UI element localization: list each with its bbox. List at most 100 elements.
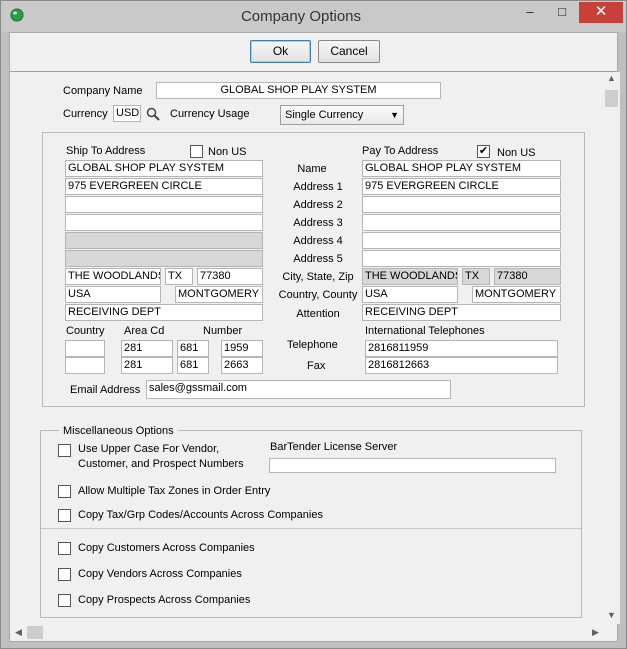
currency-usage-select[interactable]: Single Currency ▼ <box>280 105 404 125</box>
ship-to-attention[interactable]: RECEIVING DEPT <box>65 304 263 321</box>
maximize-icon: □ <box>558 4 566 19</box>
close-button[interactable]: ✕ <box>579 2 623 23</box>
name-row-label: Name <box>297 163 327 175</box>
address1-row-label: Address 1 <box>293 181 343 193</box>
copy-tax-label: Copy Tax/Grp Codes/Accounts Across Compa… <box>78 509 323 521</box>
minimize-button[interactable]: – <box>515 2 545 23</box>
currency-usage-value: Single Currency <box>285 109 364 121</box>
upper-case-label-line2: Customer, and Prospect Numbers <box>78 458 244 470</box>
horizontal-scrollbar[interactable]: ◀ ▶ <box>10 624 603 641</box>
pay-to-address5[interactable] <box>362 250 561 267</box>
address4-row-label: Address 4 <box>293 235 343 247</box>
misc-options-header: Miscellaneous Options <box>59 425 178 437</box>
ship-to-city[interactable]: THE WOODLANDS <box>65 268 161 285</box>
ship-to-address5 <box>65 250 263 267</box>
ship-to-name[interactable]: GLOBAL SHOP PLAY SYSTEM <box>65 160 263 177</box>
address5-row-label: Address 5 <box>293 253 343 265</box>
pay-to-address2[interactable] <box>362 196 561 213</box>
attention-row-label: Attention <box>296 308 340 320</box>
scroll-up-icon[interactable]: ▲ <box>603 73 620 83</box>
scroll-right-icon[interactable]: ▶ <box>587 627 604 638</box>
fax-prefix[interactable]: 681 <box>177 357 209 374</box>
telephone-line[interactable]: 1959 <box>221 340 263 357</box>
telephone-country[interactable] <box>65 340 105 357</box>
address3-row-label: Address 3 <box>293 217 343 229</box>
ship-to-address1[interactable]: 975 EVERGREEN CIRCLE <box>65 178 263 195</box>
ship-to-zip[interactable]: 77380 <box>197 268 263 285</box>
ship-to-state[interactable]: TX <box>165 268 193 285</box>
pay-to-non-us-checkbox[interactable]: ✔ <box>477 145 490 158</box>
telephone-intl[interactable]: 2816811959 <box>365 340 558 357</box>
phone-country-label: Country <box>66 325 105 337</box>
telephone-area[interactable]: 281 <box>121 340 173 357</box>
pay-to-city: THE WOODLANDS <box>362 268 458 285</box>
minimize-icon: – <box>526 4 534 19</box>
multi-tax-checkbox[interactable] <box>58 485 71 498</box>
fax-country[interactable] <box>65 357 105 374</box>
copy-customers-label: Copy Customers Across Companies <box>78 542 255 554</box>
fax-intl[interactable]: 2816812663 <box>365 357 558 374</box>
copy-prospects-label: Copy Prospects Across Companies <box>78 594 251 606</box>
copy-prospects-checkbox[interactable] <box>58 594 71 607</box>
upper-case-checkbox[interactable] <box>58 444 71 457</box>
fax-label: Fax <box>307 360 326 372</box>
company-options-window: Company Options – □ ✕ Ok Cancel Company … <box>0 0 627 649</box>
vertical-scrollbar[interactable]: ▲ ▼ <box>603 72 620 624</box>
ship-to-address3[interactable] <box>65 214 263 231</box>
telephone-label: Telephone <box>287 339 338 351</box>
currency-label: Currency <box>63 108 108 120</box>
chevron-down-icon: ▼ <box>390 110 399 120</box>
fax-area[interactable]: 281 <box>121 357 173 374</box>
copy-vendors-checkbox[interactable] <box>58 568 71 581</box>
pay-to-header: Pay To Address <box>362 145 439 157</box>
maximize-button[interactable]: □ <box>547 2 577 23</box>
pay-to-attention[interactable]: RECEIVING DEPT <box>362 304 561 321</box>
company-name-field[interactable]: GLOBAL SHOP PLAY SYSTEM <box>156 82 441 99</box>
scroll-left-icon[interactable]: ◀ <box>10 627 27 638</box>
multi-tax-label: Allow Multiple Tax Zones in Order Entry <box>78 485 271 497</box>
vertical-scroll-thumb[interactable] <box>605 90 618 107</box>
scroll-down-icon[interactable]: ▼ <box>603 610 620 620</box>
pay-to-address3[interactable] <box>362 214 561 231</box>
pay-to-state: TX <box>462 268 490 285</box>
options-scroll-area[interactable]: Company Name GLOBAL SHOP PLAY SYSTEM Cur… <box>10 71 617 641</box>
pay-to-country[interactable]: USA <box>362 286 458 303</box>
ship-to-header: Ship To Address <box>66 145 146 157</box>
bartender-server-field[interactable] <box>269 458 556 473</box>
ok-button[interactable]: Ok <box>250 40 311 63</box>
ship-to-address2[interactable] <box>65 196 263 213</box>
city-state-zip-label: City, State, Zip <box>282 271 354 283</box>
upper-case-label-line1: Use Upper Case For Vendor, <box>78 443 220 455</box>
horizontal-scroll-thumb[interactable] <box>27 626 43 639</box>
intl-telephones-label: International Telephones <box>365 325 485 337</box>
fax-line[interactable]: 2663 <box>221 357 263 374</box>
copy-customers-checkbox[interactable] <box>58 542 71 555</box>
phone-number-label: Number <box>203 325 243 337</box>
ship-to-non-us-checkbox[interactable] <box>190 145 203 158</box>
ship-to-non-us-label: Non US <box>208 146 247 158</box>
company-name-label: Company Name <box>63 85 143 97</box>
email-label: Email Address <box>70 384 141 396</box>
search-icon[interactable] <box>146 107 160 121</box>
close-icon: ✕ <box>594 3 608 20</box>
currency-field[interactable]: USD <box>113 105 141 122</box>
telephone-prefix[interactable]: 681 <box>177 340 209 357</box>
ship-to-county[interactable]: MONTGOMERY <box>175 286 263 303</box>
pay-to-name[interactable]: GLOBAL SHOP PLAY SYSTEM <box>362 160 561 177</box>
cancel-button[interactable]: Cancel <box>318 40 380 63</box>
pay-to-zip: 77380 <box>494 268 561 285</box>
address2-row-label: Address 2 <box>293 199 343 211</box>
email-field[interactable]: sales@gssmail.com <box>146 380 451 399</box>
copy-vendors-label: Copy Vendors Across Companies <box>78 568 242 580</box>
pay-to-address4[interactable] <box>362 232 561 249</box>
currency-usage-label: Currency Usage <box>170 108 250 120</box>
copy-tax-checkbox[interactable] <box>58 509 71 522</box>
ship-to-country[interactable]: USA <box>65 286 161 303</box>
title-bar: Company Options – □ ✕ <box>1 1 626 32</box>
pay-to-county[interactable]: MONTGOMERY <box>472 286 561 303</box>
pay-to-non-us-label: Non US <box>497 147 536 159</box>
phone-area-label: Area Cd <box>124 325 165 337</box>
dialog-client-area: Ok Cancel Company Name GLOBAL SHOP PLAY … <box>9 32 620 642</box>
country-county-label: Country, County <box>278 289 358 301</box>
pay-to-address1[interactable]: 975 EVERGREEN CIRCLE <box>362 178 561 195</box>
